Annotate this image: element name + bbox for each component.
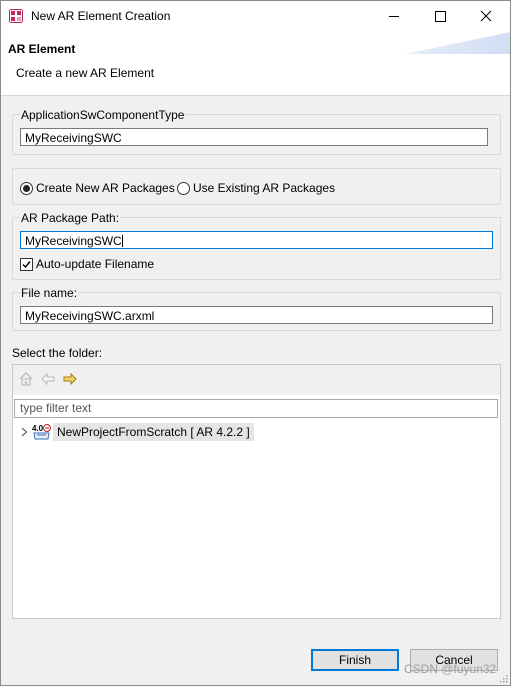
text-caret — [121, 235, 123, 247]
package-path-value: MyReceivingSWC — [25, 234, 122, 248]
minimize-icon — [389, 16, 399, 17]
package-path-input[interactable]: MyReceivingSWC — [20, 231, 493, 249]
finish-button[interactable]: Finish — [311, 649, 399, 671]
autosar-project-icon: 4.0 — [32, 424, 51, 440]
close-button[interactable] — [463, 1, 509, 32]
component-type-label: ApplicationSwComponentType — [20, 108, 186, 122]
header-title: AR Element — [8, 42, 76, 56]
dialog-window: New AR Element Creation AR Element Creat… — [0, 0, 511, 686]
tree-item[interactable]: 4.0 NewProjectFromScratch [ AR 4.2.2 ] — [13, 423, 500, 441]
create-new-packages-label[interactable]: Create New AR Packages — [36, 181, 175, 195]
tree-item-label[interactable]: NewProjectFromScratch [ AR 4.2.2 ] — [53, 423, 254, 441]
watermark-text: CSDN @fuyun32 — [404, 662, 497, 676]
home-icon[interactable] — [18, 371, 34, 387]
component-type-input[interactable]: MyReceivingSWC — [20, 128, 488, 146]
wizard-header: AR Element Create a new AR Element — [1, 32, 510, 96]
minimize-button[interactable] — [371, 1, 417, 32]
title-bar: New AR Element Creation — [1, 1, 510, 32]
auto-update-filename-checkbox[interactable] — [20, 258, 33, 271]
back-arrow-icon[interactable] — [40, 371, 56, 387]
forward-arrow-icon[interactable] — [62, 371, 78, 387]
maximize-button[interactable] — [417, 1, 463, 32]
folder-tree-toolbar — [13, 365, 500, 395]
file-name-input[interactable]: MyReceivingSWC.arxml — [20, 306, 493, 324]
close-icon — [480, 10, 492, 22]
chevron-right-icon[interactable] — [20, 427, 29, 437]
folder-tree-panel: type filter text 4.0 NewProjectFromScrat… — [12, 364, 501, 619]
create-new-packages-radio[interactable] — [20, 182, 33, 195]
use-existing-packages-radio[interactable] — [177, 182, 190, 195]
window-title: New AR Element Creation — [31, 9, 171, 23]
file-name-label: File name: — [20, 286, 79, 300]
maximize-icon — [435, 11, 446, 22]
folder-filter-input[interactable]: type filter text — [14, 399, 498, 418]
app-icon — [9, 9, 23, 23]
auto-update-filename-label[interactable]: Auto-update Filename — [36, 257, 154, 271]
resize-grip-icon[interactable] — [498, 673, 508, 683]
select-folder-label: Select the folder: — [12, 346, 103, 360]
header-description: Create a new AR Element — [16, 66, 155, 80]
use-existing-packages-label[interactable]: Use Existing AR Packages — [193, 181, 335, 195]
checkmark-icon — [22, 261, 31, 269]
package-path-label: AR Package Path: — [20, 211, 121, 225]
header-banner-decoration — [405, 32, 510, 54]
svg-text:4.0: 4.0 — [32, 424, 44, 433]
